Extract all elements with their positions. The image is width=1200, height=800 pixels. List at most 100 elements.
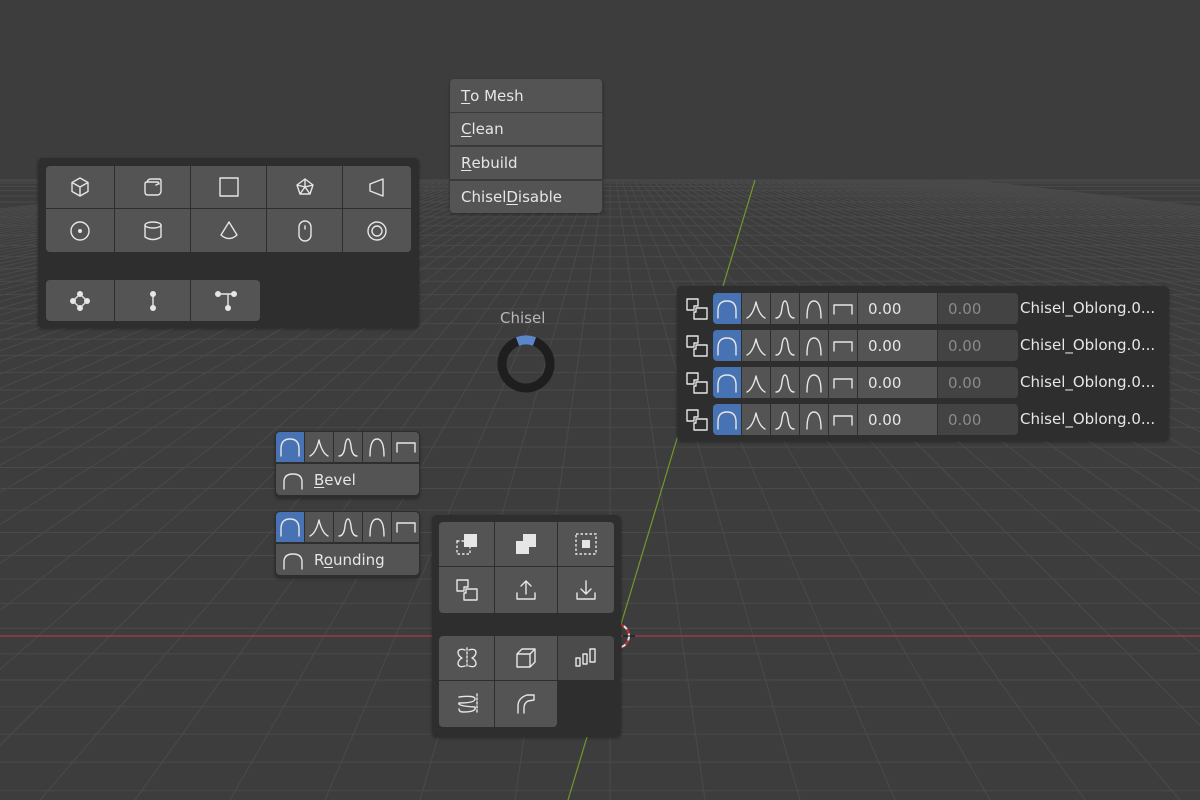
union-button[interactable] — [495, 522, 557, 566]
cone-button[interactable] — [191, 209, 266, 252]
edge-branch-button[interactable] — [191, 280, 260, 321]
chisel-profile-button[interactable] — [829, 330, 857, 361]
profile-arch-button[interactable] — [363, 512, 391, 542]
profile-flat-button[interactable] — [392, 432, 419, 462]
solidify-button[interactable] — [495, 636, 557, 680]
array-button[interactable] — [558, 636, 614, 680]
profile-flat-button[interactable] — [392, 512, 419, 542]
chisel-object-name[interactable]: Chisel_Oblong.0... — [1020, 336, 1155, 354]
mirror-button[interactable] — [439, 636, 494, 680]
bevel-profile-panel: Bevel — [275, 431, 420, 498]
chisel-value-field[interactable]: 0.00 — [858, 367, 937, 398]
chisel-profile-button[interactable] — [829, 404, 857, 435]
chisel-object-name[interactable]: Chisel_Oblong.0... — [1020, 299, 1155, 317]
chisel-profile-button[interactable] — [771, 367, 799, 398]
chisel-profile-button[interactable] — [771, 293, 799, 324]
chisel-profile-button[interactable] — [713, 367, 741, 398]
chisel-list-panel: 0.00 0.00 Chisel_Oblong.0... 0.00 0.00 Chise… — [677, 286, 1169, 441]
curve-button[interactable] — [495, 681, 557, 727]
chisel-value-field[interactable]: 0.00 — [858, 293, 937, 324]
chisel-object-name[interactable]: Chisel_Oblong.0... — [1020, 373, 1155, 391]
cylinder-button[interactable] — [115, 209, 190, 252]
chisel-mode-toggle[interactable] — [683, 367, 711, 398]
plane-button[interactable] — [191, 166, 266, 208]
edge-button[interactable] — [115, 280, 190, 321]
chisel-profile-button[interactable] — [713, 330, 741, 361]
chisel-profile-button[interactable] — [742, 367, 770, 398]
slice-icon — [686, 371, 708, 394]
import-button[interactable] — [558, 567, 614, 613]
slice-icon — [686, 334, 708, 357]
chisel-profile-button[interactable] — [829, 293, 857, 324]
chisel-value-field-secondary[interactable]: 0.00 — [938, 293, 1018, 324]
oblong-button[interactable] — [267, 209, 342, 252]
cylinder-icon — [143, 220, 162, 240]
menu-item-chisel-disable[interactable]: Chisel Disable — [450, 180, 602, 213]
chisel-mode-toggle[interactable] — [683, 293, 711, 324]
cusp-profile-icon — [746, 411, 766, 430]
import-icon — [576, 580, 596, 600]
chisel-mode-toggle[interactable] — [683, 330, 711, 361]
export-icon — [516, 580, 536, 600]
chisel-object-name[interactable]: Chisel_Oblong.0... — [1020, 410, 1155, 428]
chisel-profile-button[interactable] — [800, 293, 828, 324]
chisel-value-field[interactable]: 0.00 — [858, 330, 937, 361]
cusp-profile-icon — [746, 300, 766, 319]
cube-button[interactable] — [46, 166, 114, 208]
difference-button[interactable] — [439, 522, 494, 566]
chisel-profile-button[interactable] — [771, 404, 799, 435]
pie-menu-indicator[interactable] — [497, 335, 555, 393]
export-button[interactable] — [495, 567, 557, 613]
vertices-button[interactable] — [46, 280, 114, 321]
profile-round-button[interactable] — [276, 432, 304, 462]
rounded-cube-button[interactable] — [115, 166, 190, 208]
chisel-profile-button[interactable] — [742, 293, 770, 324]
ring-icon — [367, 220, 387, 241]
chisel-mode-toggle[interactable] — [683, 404, 711, 435]
flat-profile-icon — [395, 522, 416, 533]
slice-icon — [455, 579, 478, 601]
screw-icon — [457, 693, 478, 715]
ring-button[interactable] — [343, 209, 411, 252]
profile-sharp-button[interactable] — [305, 512, 333, 542]
chisel-value-field[interactable]: 0.00 — [858, 404, 937, 435]
arc-profile-icon — [280, 518, 300, 537]
menu-item-to-mesh[interactable]: To Mesh — [450, 79, 602, 112]
chisel-profile-button[interactable] — [713, 293, 741, 324]
slice-button[interactable] — [439, 567, 494, 613]
chisel-profile-button[interactable] — [829, 367, 857, 398]
chisel-profile-button[interactable] — [800, 404, 828, 435]
chisel-profile-button[interactable] — [742, 404, 770, 435]
chisel-profile-button[interactable] — [800, 330, 828, 361]
chisel-profile-button[interactable] — [742, 330, 770, 361]
wedge-button[interactable] — [343, 166, 411, 208]
oblong-icon — [297, 219, 312, 242]
bevel-option[interactable]: Bevel — [276, 464, 419, 495]
screw-button[interactable] — [439, 681, 494, 727]
circle-button[interactable] — [46, 209, 114, 252]
vertices-icon — [70, 290, 90, 311]
chisel-value-field-secondary[interactable]: 0.00 — [938, 404, 1018, 435]
menu-item-rebuild[interactable]: Rebuild — [450, 146, 602, 179]
chisel-value-field-secondary[interactable]: 0.00 — [938, 367, 1018, 398]
arc-profile-icon — [717, 410, 737, 430]
chisel-profile-button[interactable] — [800, 367, 828, 398]
chisel-profile-button[interactable] — [713, 404, 741, 435]
chisel-value-field-secondary[interactable]: 0.00 — [938, 330, 1018, 361]
profile-bell-button[interactable] — [334, 432, 362, 462]
profile-round-button[interactable] — [276, 512, 304, 542]
profile-sharp-button[interactable] — [305, 432, 333, 462]
intersect-button[interactable] — [558, 522, 614, 566]
slice-icon — [686, 408, 708, 431]
profile-arch-button[interactable] — [363, 432, 391, 462]
prism-button[interactable] — [267, 166, 342, 208]
chisel-profile-button[interactable] — [771, 330, 799, 361]
menu-item-clean[interactable]: Clean — [450, 112, 602, 145]
circle-icon — [70, 220, 90, 241]
flat-profile-icon — [833, 414, 853, 426]
bell-profile-icon — [775, 410, 795, 430]
profile-bell-button[interactable] — [334, 512, 362, 542]
rounding-option[interactable]: Rounding — [276, 544, 419, 575]
arc-profile-icon — [717, 373, 737, 393]
solidify-icon — [516, 648, 536, 668]
